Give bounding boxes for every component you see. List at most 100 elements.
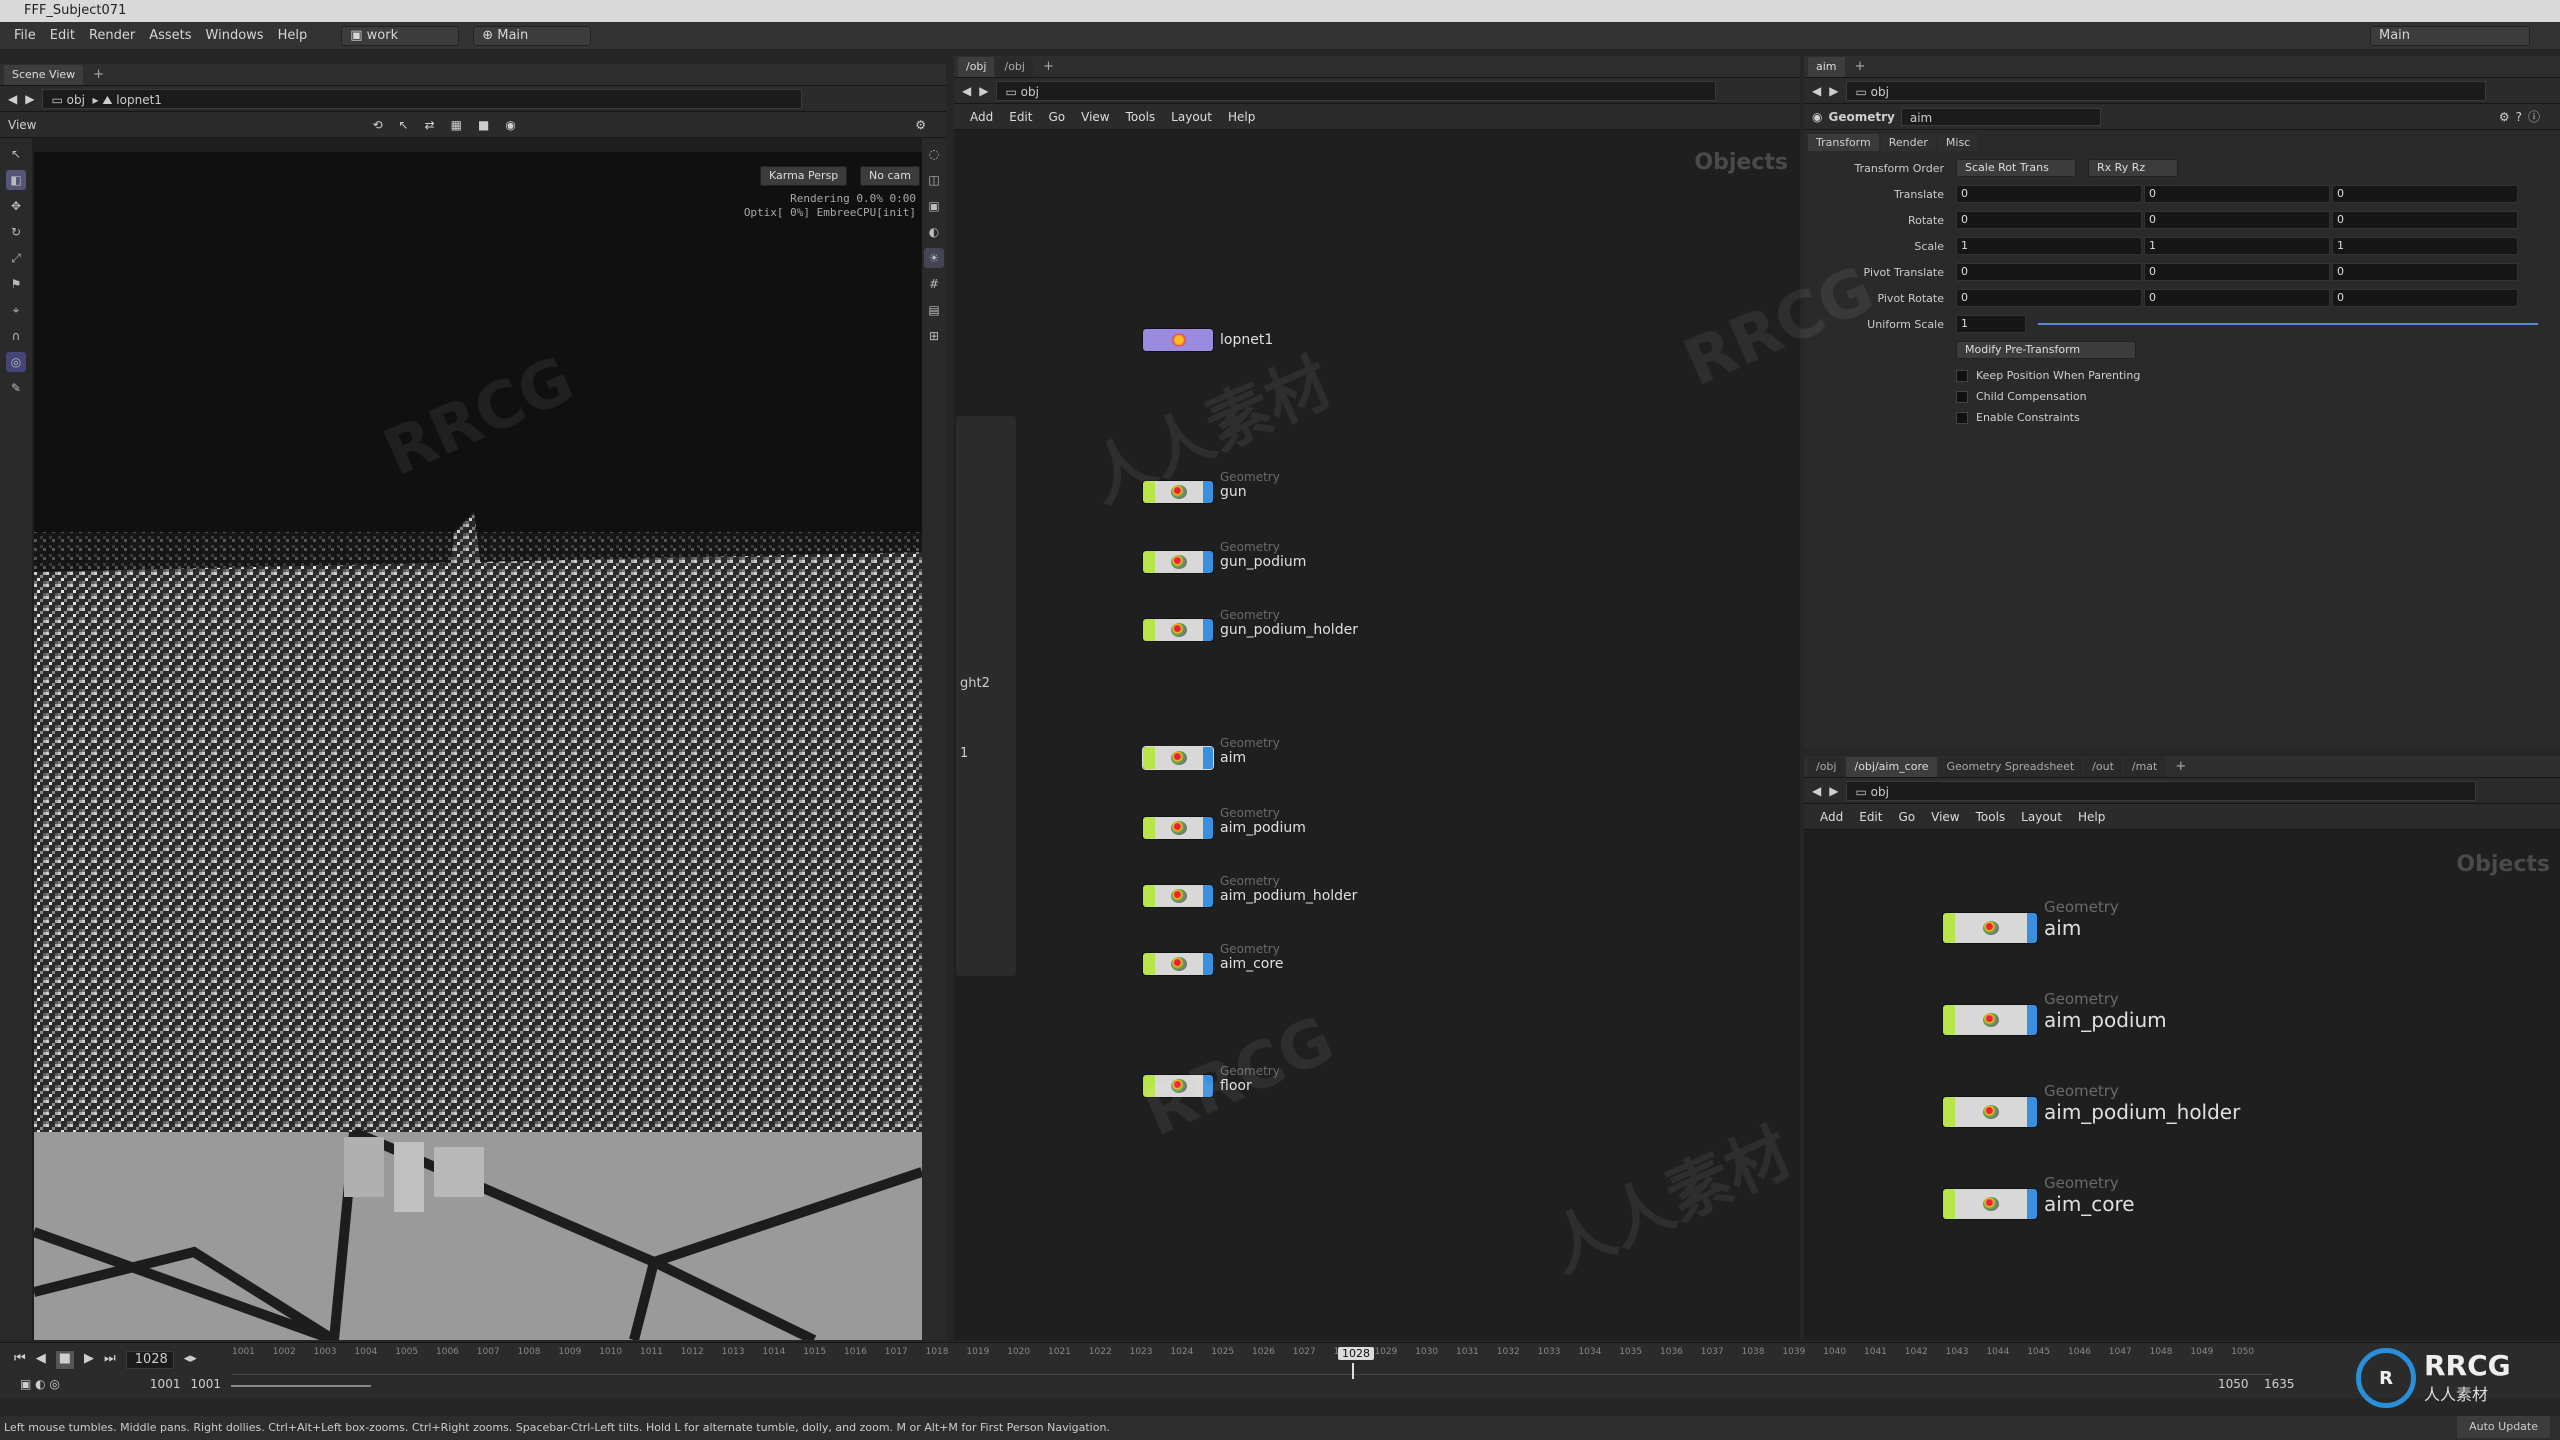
menu-file[interactable]: File [14,28,36,43]
net-menu-add[interactable]: Add [970,110,993,124]
range-end[interactable]: 1050 [2218,1377,2249,1391]
network-path-field[interactable]: ▭ obj [996,80,1717,101]
play-icon[interactable]: ▶ [84,1351,94,1369]
pivot-translate-z[interactable]: 0 [2332,263,2518,281]
translate-z[interactable]: 0 [2332,185,2518,203]
background-icon[interactable]: ▤ [924,300,944,320]
net-menu-edit[interactable]: Edit [1009,110,1032,124]
camera-icon[interactable]: ◉ [505,118,515,132]
back-arrow-icon[interactable]: ◀ [8,92,17,106]
light-icon[interactable]: ☀ [924,248,944,268]
net2-back-icon[interactable]: ◀ [1812,784,1821,798]
param-forward-icon[interactable]: ▶ [1829,84,1838,98]
viewport[interactable]: Karma Persp No cam Rendering 0.0% 0:00 O… [34,152,922,1340]
pivot-rotate-z[interactable]: 0 [2332,289,2518,307]
play-reverse-icon[interactable]: ◀ [36,1351,46,1369]
translate-x[interactable]: 0 [1956,185,2142,203]
timeline-cursor[interactable]: 1028 [1338,1347,1374,1360]
range-start[interactable]: 1001 [150,1377,181,1391]
network-box[interactable]: ght2 1 [956,416,1016,976]
handle-tool-icon[interactable]: ⌖ [6,300,26,320]
pivot-translate-x[interactable]: 0 [1956,263,2142,281]
camera-dropdown[interactable]: No cam [860,166,920,186]
tab-out[interactable]: /out [2084,756,2122,777]
net-forward-icon[interactable]: ▶ [979,84,988,98]
paint-tool-icon[interactable]: ✎ [6,378,26,398]
net-menu-view[interactable]: View [1081,110,1109,124]
net2-menu-view[interactable]: View [1931,810,1959,824]
net2-menu-edit[interactable]: Edit [1859,810,1882,824]
jump-start-icon[interactable]: ⏮ [14,1351,26,1369]
net-back-icon[interactable]: ◀ [962,84,971,98]
modify-pretransform-button[interactable]: Modify Pre-Transform [1956,341,2136,359]
param-header-icons[interactable]: ⚙?ⓘ [2499,108,2546,125]
swap-icon[interactable]: ⇄ [425,118,435,132]
net2-menu-go[interactable]: Go [1898,810,1915,824]
net-menu-go[interactable]: Go [1048,110,1065,124]
rotate-order-dropdown[interactable]: Rx Ry Rz [2088,159,2178,177]
viewer-settings-icon[interactable]: ⚙ [915,118,926,132]
subtab-render[interactable]: Render [1880,134,1936,151]
menu-help[interactable]: Help [278,28,308,43]
lock-tool-icon[interactable]: ◧ [6,170,26,190]
pivot-rotate-y[interactable]: 0 [2144,289,2330,307]
current-frame-field[interactable]: 1028 [125,1351,174,1369]
net2-menu-layout[interactable]: Layout [2021,810,2062,824]
range-icons[interactable]: ▣ ◐ ◎ [20,1377,60,1391]
net2-menu-add[interactable]: Add [1820,810,1843,824]
desktop-dropdown[interactable]: ▣ work [341,25,460,46]
menu-windows[interactable]: Windows [206,28,264,43]
node-aim[interactable]: Geometry aim [1142,736,1280,770]
node-aim-core[interactable]: Geometry aim_core [1142,942,1283,976]
rotate-z[interactable]: 0 [2332,211,2518,229]
translate-y[interactable]: 0 [2144,185,2330,203]
auto-update-button[interactable]: Auto Update [2457,1416,2550,1438]
net2-forward-icon[interactable]: ▶ [1829,784,1838,798]
node-floor[interactable]: Geometry floor [1142,1064,1280,1098]
tab-obj-aim-core[interactable]: /obj/aim_core [1846,756,1937,777]
node-aim-podium-holder-big[interactable]: Geometry aim_podium_holder [1942,1082,2240,1128]
checkbox[interactable] [1956,391,1968,403]
rotate-y[interactable]: 0 [2144,211,2330,229]
guide-icon[interactable]: ⊞ [924,326,944,346]
check-constraints[interactable]: Enable Constraints [1956,407,2560,428]
scale-tool-icon[interactable]: ⤢ [6,248,26,268]
menu-assets[interactable]: Assets [149,28,191,43]
scale-x[interactable]: 1 [1956,237,2142,255]
node-gun-podium-holder[interactable]: Geometry gun_podium_holder [1142,608,1358,642]
tab-geometry-spreadsheet[interactable]: Geometry Spreadsheet [1938,756,2083,777]
net2-menu-tools[interactable]: Tools [1976,810,2006,824]
net2-menu-help[interactable]: Help [2078,810,2105,824]
renderer-dropdown[interactable]: Karma Persp [760,166,848,186]
shading-icon[interactable]: ◐ [924,222,944,242]
uniform-scale-slider[interactable] [2038,323,2538,325]
range-slider[interactable] [231,1385,372,1387]
magnet-tool-icon[interactable]: ∩ [6,326,26,346]
check-keep-position[interactable]: Keep Position When Parenting [1956,365,2560,386]
checkbox[interactable] [1956,370,1968,382]
node-lopnet1[interactable]: lopnet1 [1142,328,1273,352]
transform-order-dropdown[interactable]: Scale Rot Trans [1956,159,2076,177]
node-aim-big[interactable]: Geometry aim [1942,898,2119,944]
uniform-scale-field[interactable]: 1 [1956,315,2026,333]
shelf-dropdown[interactable]: ⊕ Main [473,25,592,46]
add-network-tab-icon[interactable]: + [1043,59,1054,74]
forward-arrow-icon[interactable]: ▶ [25,92,34,106]
ghost-icon[interactable]: ◌ [924,144,944,164]
checkbox[interactable] [1956,412,1968,424]
menu-render[interactable]: Render [89,28,135,43]
node-gun-podium[interactable]: Geometry gun_podium [1142,540,1306,574]
net-menu-tools[interactable]: Tools [1126,110,1156,124]
network-2-path-field[interactable]: ▭ obj [1846,780,2477,801]
node-name-field[interactable]: aim [1900,107,2101,126]
stop-icon[interactable]: ■ [55,1351,74,1369]
scale-y[interactable]: 1 [2144,237,2330,255]
node-aim-podium-holder[interactable]: Geometry aim_podium_holder [1142,874,1357,908]
add-param-tab-icon[interactable]: + [1855,59,1866,74]
tab-scene-view[interactable]: Scene View [4,64,84,85]
grid-toggle-icon[interactable]: # [924,274,944,294]
add-tab-icon[interactable]: + [93,67,104,82]
tab-obj[interactable]: /obj [1808,756,1845,777]
lock-cam-icon[interactable]: ▣ [924,196,944,216]
node-gun[interactable]: Geometry gun [1142,470,1280,504]
